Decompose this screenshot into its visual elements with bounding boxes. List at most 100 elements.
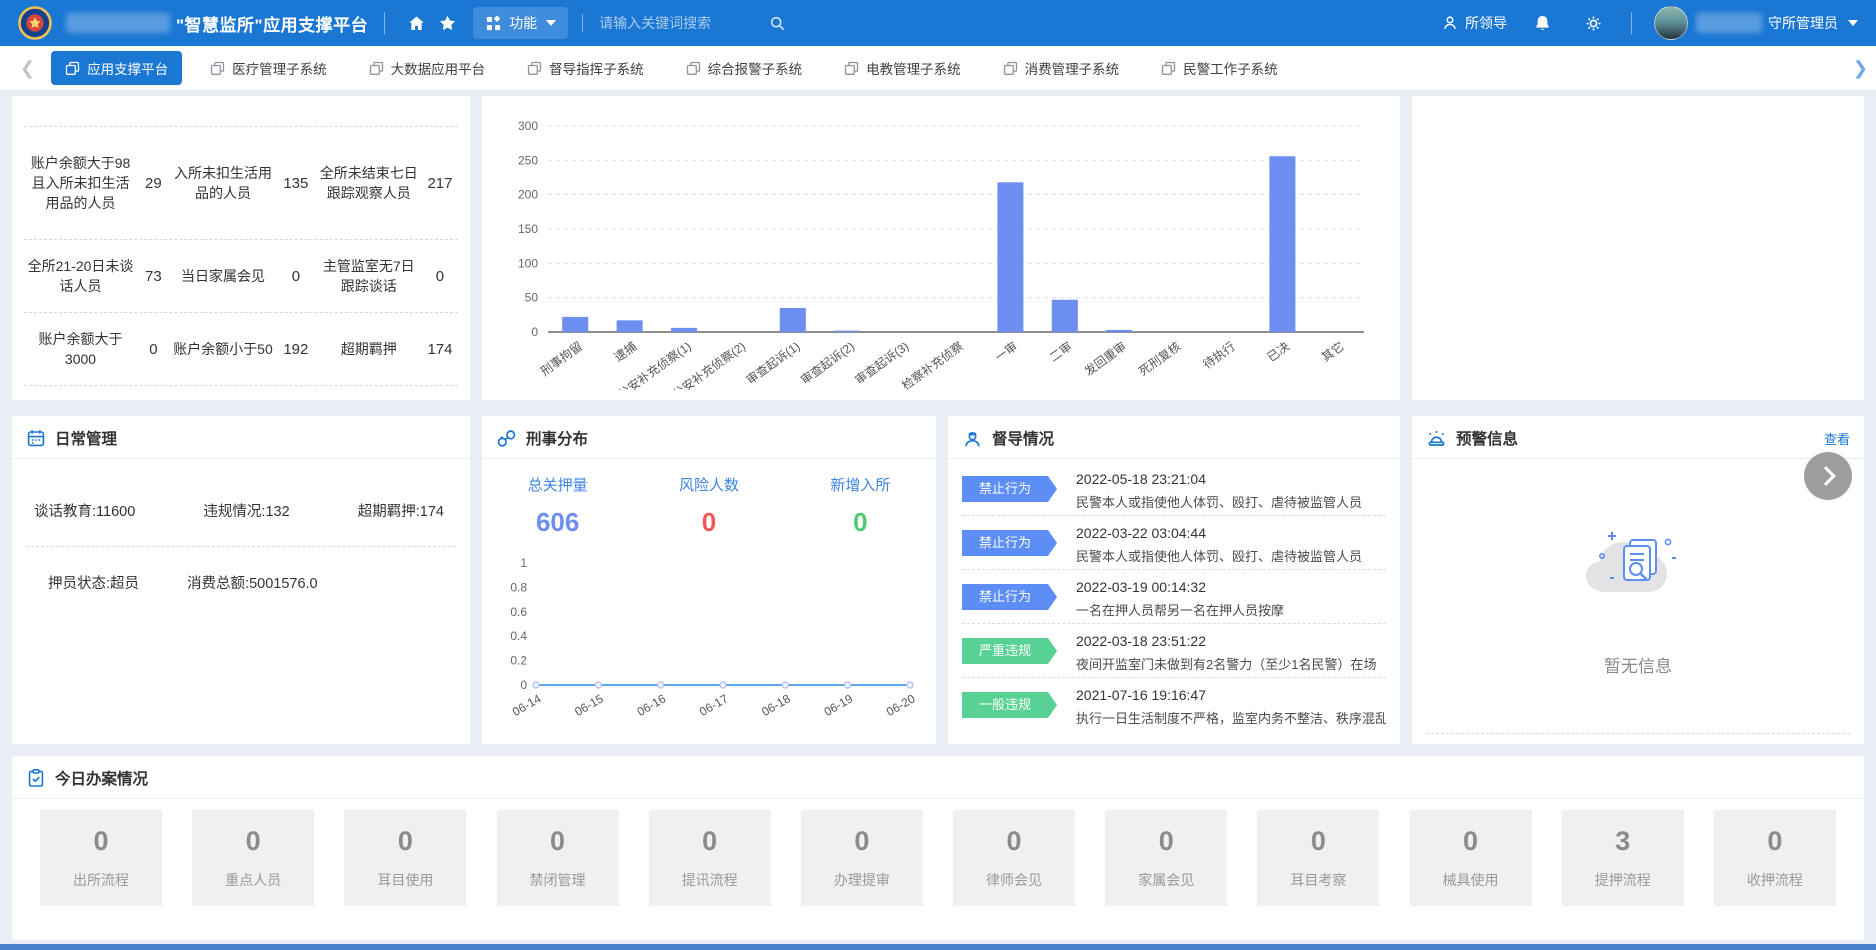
stat-value: 0 bbox=[785, 507, 936, 538]
search-icon[interactable] bbox=[769, 15, 786, 32]
stat-value: 0 bbox=[137, 341, 170, 358]
empty-state-text: 暂无信息 bbox=[1412, 652, 1864, 677]
search-input[interactable] bbox=[597, 14, 769, 32]
violation-tag: 一般违规 bbox=[962, 692, 1048, 718]
tab-supervision-command[interactable]: 督导指挥子系统 bbox=[513, 51, 658, 85]
table-row: 账户余额大于3000 0 账户余额小于50 192 超期羁押 174 bbox=[24, 313, 458, 386]
today-card-jinbi[interactable]: 0禁闭管理 bbox=[497, 810, 619, 906]
panel-header: 督导情况 bbox=[948, 416, 1400, 459]
daily-stats-row: 谈话教育11600 违规情况132 超期羁押174 bbox=[34, 500, 444, 521]
today-cases-panel: 今日办案情况 0出所流程 0重点人员 0耳目使用 0禁闭管理 0提讯流程 0办理… bbox=[12, 756, 1864, 940]
today-card-ermu-use[interactable]: 0耳目使用 bbox=[344, 810, 466, 906]
supervision-list: 禁止行为 2022-05-18 23:21:04 民警本人或指使他人体罚、殴打、… bbox=[962, 462, 1386, 732]
tabs-scroll-right-icon[interactable]: ❯ bbox=[1853, 58, 1868, 79]
stat-value: 0 bbox=[276, 268, 315, 285]
today-card-zhongdian[interactable]: 0 重点人员 bbox=[192, 810, 314, 906]
svg-text:250: 250 bbox=[518, 153, 538, 167]
tab-label: 督导指挥子系统 bbox=[549, 58, 644, 78]
tab-bigdata[interactable]: 大数据应用平台 bbox=[355, 51, 500, 85]
list-item: 一般违规 2021-07-16 19:16:47 执行一日生活制度不严格，监室内… bbox=[962, 678, 1386, 732]
app-grid-icon bbox=[485, 15, 502, 32]
notifications-bell-icon[interactable] bbox=[1527, 8, 1558, 39]
today-card-jiashu[interactable]: 0家属会见 bbox=[1105, 810, 1227, 906]
panel-title: 预警信息 bbox=[1456, 427, 1518, 449]
redacted-user-prefix bbox=[1696, 13, 1762, 33]
leader-role-button[interactable]: 所领导 bbox=[1441, 13, 1507, 33]
tab-app-support[interactable]: 应用支撑平台 bbox=[51, 51, 182, 85]
today-card-shouya[interactable]: 0收押流程 bbox=[1714, 810, 1836, 906]
tab-medical[interactable]: 医疗管理子系统 bbox=[196, 51, 341, 85]
carousel-next-button[interactable] bbox=[1804, 452, 1852, 500]
svg-text:已决: 已决 bbox=[1265, 339, 1293, 364]
avatar bbox=[1654, 6, 1688, 40]
user-name: 守所管理员 bbox=[1768, 13, 1838, 33]
list-item: 禁止行为 2022-03-19 00:14:32 一名在押人员帮另一名在押人员按… bbox=[962, 570, 1386, 624]
redacted-org-name bbox=[66, 13, 170, 33]
tab-education[interactable]: 电教管理子系统 bbox=[830, 51, 975, 85]
view-more-link[interactable]: 查看 bbox=[1824, 429, 1850, 448]
today-card-tiya[interactable]: 3提押流程 bbox=[1562, 810, 1684, 906]
settings-gear-icon[interactable] bbox=[1578, 8, 1609, 39]
chevron-down-icon bbox=[546, 20, 556, 26]
svg-text:06-17: 06-17 bbox=[697, 691, 731, 719]
stat-value: 0 bbox=[246, 826, 261, 857]
subsystem-icon bbox=[844, 61, 859, 76]
today-cards-row: 0出所流程 0 重点人员 0耳目使用 0禁闭管理 0提讯流程 0办理提审 0律师会… bbox=[40, 810, 1836, 906]
favorites-star-icon[interactable] bbox=[432, 8, 463, 39]
panel-title: 刑事分布 bbox=[526, 427, 588, 449]
svg-text:0.4: 0.4 bbox=[510, 629, 527, 643]
stat-label: 全所未结束七日跟踪观察人员 bbox=[316, 163, 422, 204]
svg-text:二审: 二审 bbox=[1046, 338, 1074, 364]
stat-label: 重点人员 bbox=[225, 870, 281, 890]
empty-panel bbox=[1412, 96, 1864, 400]
home-icon[interactable] bbox=[401, 8, 432, 39]
stat-label: 账户余额大于3000 bbox=[24, 329, 137, 370]
criminal-distribution-panel: 刑事分布 总关押量 606 风险人数 0 新增入所 0 00.20.40.60.… bbox=[482, 416, 936, 744]
entry-time: 2022-05-18 23:21:04 bbox=[1076, 471, 1362, 487]
stat-value: 3 bbox=[1615, 826, 1630, 857]
panel-title: 督导情况 bbox=[992, 427, 1054, 449]
table-row: 全所21-20日未谈话人员 73 当日家属会见 0 主管监室无7日跟踪谈话 0 bbox=[24, 240, 458, 313]
entry-time: 2022-03-22 03:04:44 bbox=[1076, 525, 1362, 541]
tab-label: 民警工作子系统 bbox=[1183, 58, 1278, 78]
svg-text:其它: 其它 bbox=[1318, 338, 1346, 364]
today-card-tixun[interactable]: 0提讯流程 bbox=[649, 810, 771, 906]
overview-stats-panel: 账户余额大于98且入所未扣生活用品的人员 29 入所未扣生活用品的人员 135 … bbox=[12, 96, 470, 400]
tab-label: 大数据应用平台 bbox=[391, 58, 486, 78]
svg-text:刑事拘留: 刑事拘留 bbox=[538, 339, 585, 379]
today-card-chusuo[interactable]: 0出所流程 bbox=[40, 810, 162, 906]
alarm-siren-icon bbox=[1426, 428, 1447, 449]
today-card-ermu-kaocha[interactable]: 0耳目考察 bbox=[1257, 810, 1379, 906]
today-card-lvshi[interactable]: 0律师会见 bbox=[953, 810, 1075, 906]
subsystem-icon bbox=[686, 61, 701, 76]
tabs-scroll-left-icon[interactable]: ❮ bbox=[14, 58, 41, 79]
stat-item: 新增入所 0 bbox=[785, 474, 936, 538]
function-menu-button[interactable]: 功能 bbox=[473, 7, 568, 39]
entry-time: 2021-07-16 19:16:47 bbox=[1076, 687, 1386, 703]
tab-alarm[interactable]: 综合报警子系统 bbox=[672, 51, 817, 85]
stat-value: 0 bbox=[1767, 826, 1782, 857]
today-card-banli-tishen[interactable]: 0办理提审 bbox=[801, 810, 923, 906]
list-item: 严重违规 2022-03-18 23:51:22 夜间开监室门未做到有2名警力（… bbox=[962, 624, 1386, 678]
tab-police-work[interactable]: 民警工作子系统 bbox=[1147, 51, 1292, 85]
user-menu[interactable]: 守所管理员 bbox=[1654, 6, 1858, 40]
stat-label: 全所21-20日未谈话人员 bbox=[24, 256, 137, 297]
daily-stats-row: 押员状态超员 消费总额5001576.0 bbox=[48, 572, 318, 593]
svg-text:06-19: 06-19 bbox=[822, 691, 856, 719]
bottom-accent-bar bbox=[0, 944, 1876, 950]
entry-desc: 夜间开监室门未做到有2名警力（至少1名民警）在场 bbox=[1076, 654, 1376, 673]
stat-value: 0 bbox=[633, 507, 784, 538]
stat-label: 账户余额大于98且入所未扣生活用品的人员 bbox=[24, 153, 137, 214]
stat-value: 29 bbox=[137, 175, 170, 192]
subsystem-tabbar: ❮ 应用支撑平台 医疗管理子系统 大数据应用平台 督导指挥子系统 综合报警子系统… bbox=[0, 46, 1876, 90]
entry-text: 2022-03-22 03:04:44 民警本人或指使他人体罚、殴打、虐待被监管… bbox=[1076, 525, 1362, 565]
svg-text:06-20: 06-20 bbox=[884, 691, 918, 719]
stat-label: 当日家属会见 bbox=[170, 266, 276, 286]
clipboard-check-icon bbox=[26, 768, 46, 788]
today-card-xieju[interactable]: 0械具使用 bbox=[1410, 810, 1532, 906]
bar-chart: 050100150200250300刑事拘留逮捕公安补充侦察(1)公安补充侦察(… bbox=[492, 100, 1384, 395]
stat-item: 违规情况132 bbox=[203, 500, 289, 521]
svg-text:0: 0 bbox=[531, 325, 538, 339]
tab-consumption[interactable]: 消费管理子系统 bbox=[989, 51, 1134, 85]
svg-text:100: 100 bbox=[518, 256, 538, 270]
